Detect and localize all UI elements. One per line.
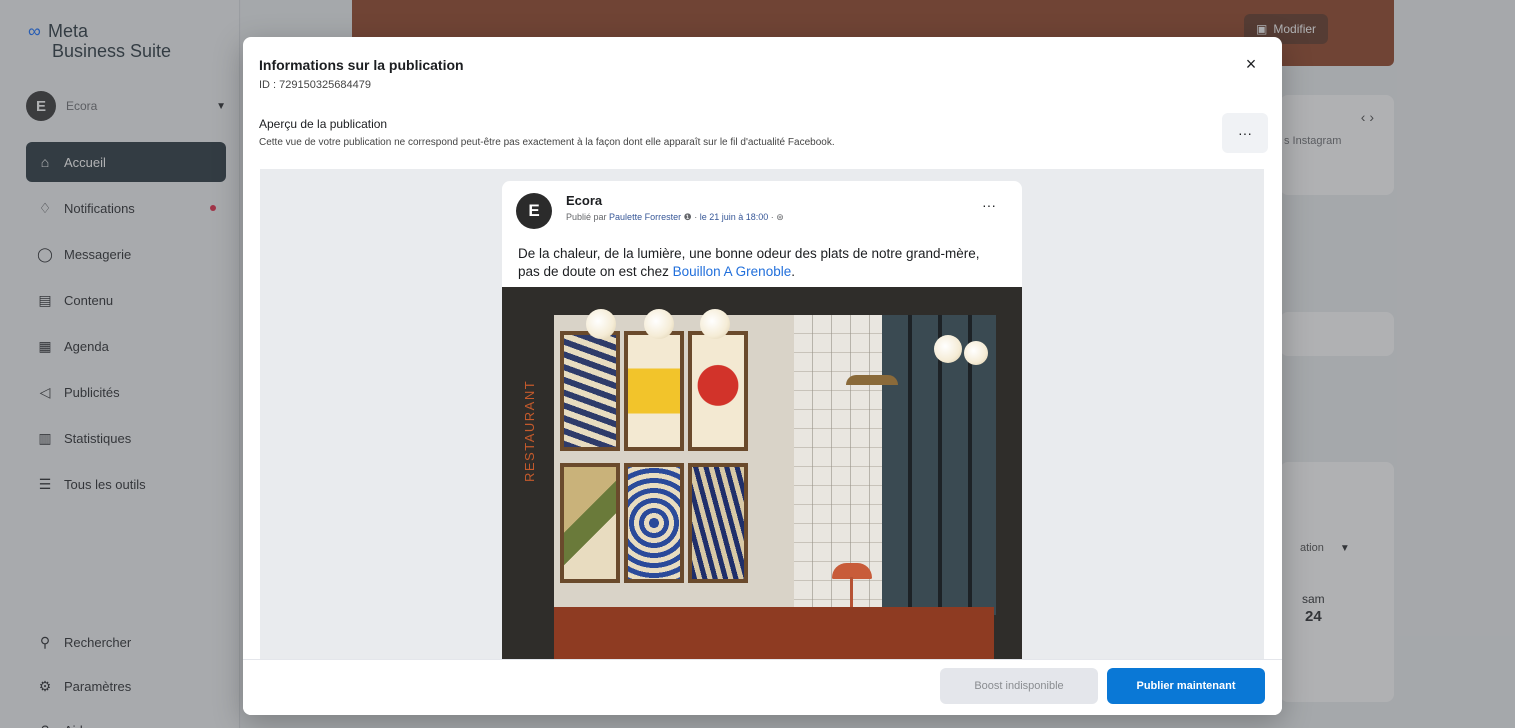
post-byline: Publié par Paulette Forrester ❶ · le 21 … [566,212,784,222]
published-by-prefix: Publié par [566,212,607,222]
post-header: E Ecora Publié par Paulette Forrester ❶ … [516,193,784,229]
globe-lamp [700,309,730,339]
preview-label: Aperçu de la publication [259,117,388,131]
more-options-button[interactable]: ··· [1222,113,1268,153]
banquette [554,607,994,659]
post-preview-area: E Ecora Publié par Paulette Forrester ❶ … [260,169,1264,659]
boost-unavailable-button[interactable]: Boost indisponible [940,668,1098,704]
dialog-footer: Boost indisponible Publier maintenant [243,659,1282,715]
poster-frame [688,331,748,451]
post-id: ID : 729150325684479 [259,79,371,91]
post-image[interactable]: RESTAURANT [502,287,1022,659]
audience-globe-icon: ⊛ [776,212,784,222]
post-meta: Ecora Publié par Paulette Forrester ❶ · … [566,193,784,223]
page-avatar[interactable]: E [516,193,552,229]
preview-note: Cette vue de votre publication ne corres… [259,137,835,148]
post-text-end: . [791,264,795,279]
poster-frame [560,463,620,583]
globe-lamp [964,341,988,365]
poster-frame [624,331,684,451]
image-vertical-text: RESTAURANT [522,380,537,482]
post-mention-link[interactable]: Bouillon A Grenoble [673,264,792,279]
close-button[interactable]: × [1240,53,1262,75]
dialog-title: Informations sur la publication [259,57,464,73]
post-page-name[interactable]: Ecora [566,193,784,208]
poster-frame [624,463,684,583]
post-text: De la chaleur, de la lumière, une bonne … [518,245,998,281]
globe-lamp [934,335,962,363]
post-author-link[interactable]: Paulette Forrester [609,212,681,222]
info-icon: ❶ [683,212,692,222]
post-info-dialog: Informations sur la publication ID : 729… [243,37,1282,715]
pendant-lamp [846,375,898,385]
post-more-button[interactable]: ··· [982,197,996,213]
publish-now-button[interactable]: Publier maintenant [1107,668,1265,704]
poster-frame [560,331,620,451]
image-vertical-label: RESTAURANT [522,380,537,482]
poster-frame [688,463,748,583]
facebook-post-preview: E Ecora Publié par Paulette Forrester ❶ … [502,181,1022,659]
globe-lamp [644,309,674,339]
post-date-link[interactable]: le 21 juin à 18:00 [700,212,769,222]
globe-lamp [586,309,616,339]
